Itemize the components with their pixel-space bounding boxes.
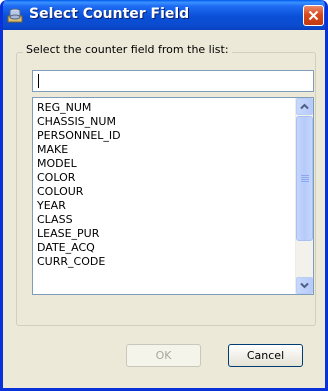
list-item[interactable]: YEAR xyxy=(33,199,296,213)
thumb-grip-line xyxy=(301,181,309,182)
field-listbox[interactable]: REG_NUM CHASSIS_NUM PERSONNEL_ID MAKE MODEL C… xyxy=(32,97,314,295)
close-button[interactable] xyxy=(303,5,324,26)
scroll-thumb[interactable] xyxy=(296,116,313,241)
close-icon xyxy=(308,10,319,21)
list-item[interactable]: LEASE_PUR xyxy=(33,227,296,241)
ok-button[interactable]: OK xyxy=(126,344,201,367)
list-item[interactable]: DATE_ACQ xyxy=(33,241,296,255)
list-item[interactable]: CURR_CODE xyxy=(33,255,296,269)
thumb-grip-line xyxy=(301,177,309,178)
list-item[interactable]: MAKE xyxy=(33,143,296,157)
window-title: Select Counter Field xyxy=(29,6,190,22)
list-item[interactable]: MODEL xyxy=(33,157,296,171)
group-label: Select the counter field from the list: xyxy=(23,43,232,56)
vertical-scrollbar[interactable] xyxy=(295,98,313,294)
thumb-grip-line xyxy=(301,175,309,176)
list-item[interactable]: COLOUR xyxy=(33,185,296,199)
cancel-button[interactable]: Cancel xyxy=(228,344,303,367)
text-caret xyxy=(38,74,39,88)
scroll-down-button[interactable] xyxy=(296,277,313,294)
list-item[interactable]: CHASSIS_NUM xyxy=(33,115,296,129)
title-bar[interactable]: Select Counter Field xyxy=(3,0,325,30)
dialog-window: Select Counter Field Select the counter … xyxy=(0,0,328,391)
field-list[interactable]: REG_NUM CHASSIS_NUM PERSONNEL_ID MAKE MODEL C… xyxy=(33,98,296,294)
list-item[interactable]: REG_NUM xyxy=(33,101,296,115)
thumb-grip-line xyxy=(301,179,309,180)
list-item[interactable]: CLASS xyxy=(33,213,296,227)
list-item[interactable]: COLOR xyxy=(33,171,296,185)
filter-input[interactable] xyxy=(32,70,314,92)
list-item[interactable]: PERSONNEL_ID xyxy=(33,129,296,143)
chevron-down-icon xyxy=(300,282,309,289)
chevron-up-icon xyxy=(300,103,309,110)
scroll-up-button[interactable] xyxy=(296,98,313,115)
database-folder-icon xyxy=(7,7,23,23)
